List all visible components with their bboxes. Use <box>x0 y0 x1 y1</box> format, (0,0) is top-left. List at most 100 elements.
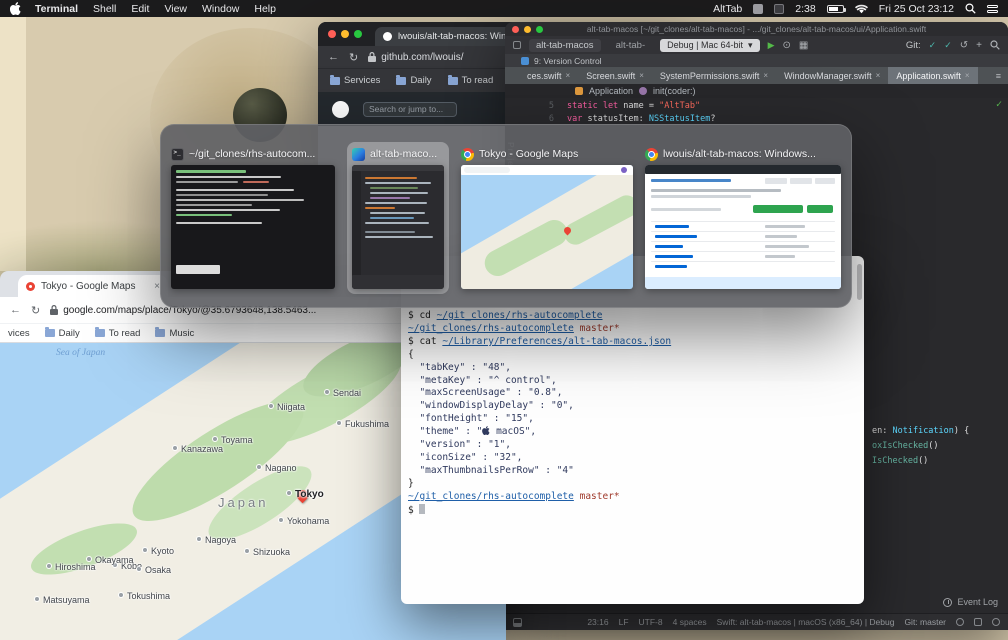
window-thumbnail-ide[interactable] <box>352 165 444 289</box>
menu-edit[interactable]: Edit <box>131 3 149 15</box>
close-tab-icon[interactable]: × <box>965 71 970 80</box>
menu-shell[interactable]: Shell <box>93 3 116 15</box>
bookmark-daily[interactable]: Daily <box>396 74 432 86</box>
settings-icon[interactable]: ▦ <box>799 40 808 51</box>
breadcrumb-method[interactable]: init(coder:) <box>653 86 696 96</box>
alttab-overlay: ~/git_clones/rhs-autocom... alt-tab-maco… <box>160 124 852 308</box>
i <box>765 178 787 184</box>
close-tab-icon[interactable]: × <box>763 71 768 80</box>
i <box>370 197 410 199</box>
minimize-window-button[interactable] <box>341 30 349 38</box>
i <box>790 178 812 184</box>
menubar-clock[interactable]: Fri 25 Oct 23:12 <box>879 3 954 15</box>
lock-indicator-icon[interactable] <box>974 618 982 626</box>
back-icon[interactable]: ← <box>328 51 339 63</box>
tk-json: "maxScreenUsage" : "0.8", <box>408 387 563 399</box>
bookmark-to-read[interactable]: To read <box>94 327 140 339</box>
tk-plain: en: <box>872 426 893 436</box>
battery-icon[interactable] <box>826 4 846 13</box>
file-tab-ces-swift[interactable]: ces.swift × <box>519 67 578 84</box>
event-log-button[interactable]: Event Log <box>943 597 998 607</box>
notifications-icon[interactable] <box>956 618 964 626</box>
reload-icon[interactable]: ↻ <box>349 51 358 64</box>
menu-view[interactable]: View <box>164 3 187 15</box>
git-branch[interactable]: Git: master <box>904 617 946 627</box>
minimize-window-button[interactable] <box>524 25 531 33</box>
control-center-icon[interactable] <box>987 4 998 13</box>
address-bar[interactable]: github.com/lwouis/ <box>368 52 463 63</box>
search-icon[interactable] <box>990 40 1000 50</box>
file-tab-windowmanager-swift[interactable]: WindowManager.swift × <box>776 67 888 84</box>
i <box>365 231 415 233</box>
breadcrumb-class[interactable]: Application <box>589 86 633 96</box>
alttab-item-ide[interactable]: alt-tab-maco... <box>347 142 449 294</box>
add-icon[interactable]: + <box>976 40 982 51</box>
terminal-window[interactable]: $ cd ~/git_clones/rhs-autocomplete ~/git_… <box>401 256 864 604</box>
menu-extra-icon[interactable] <box>753 3 764 14</box>
bookmark-services[interactable]: Services <box>330 74 380 86</box>
close-window-button[interactable] <box>512 25 519 33</box>
line-number: 5 <box>548 101 554 111</box>
version-control-icon <box>521 56 529 65</box>
browser-tab[interactable]: Tokyo - Google Maps × <box>18 275 168 297</box>
close-tab-icon[interactable]: × <box>639 71 644 80</box>
file-tab-application-swift[interactable]: Application.swift × <box>888 67 978 84</box>
tab-list-menu-icon[interactable]: ≡ <box>989 67 1008 84</box>
caret-position[interactable]: 23:16 <box>587 617 608 627</box>
run-context[interactable]: Swift: alt-tab-macos | macOS (x86_64) | … <box>717 617 895 627</box>
menu-terminal[interactable]: Terminal <box>35 3 78 15</box>
zoom-window-button[interactable] <box>354 30 362 38</box>
secondary-project-tab[interactable]: alt-tab- <box>609 39 653 52</box>
line-separator[interactable]: LF <box>619 617 629 627</box>
window-thumbnail-github[interactable] <box>645 165 841 289</box>
alttab-item-maps[interactable]: Tokyo - Google Maps <box>461 147 633 289</box>
back-icon[interactable]: ← <box>10 304 21 316</box>
alttab-item-github[interactable]: lwouis/alt-tab-macos: Windows... <box>645 147 841 289</box>
run-button[interactable]: ▶ <box>768 40 775 51</box>
file-encoding[interactable]: UTF-8 <box>639 617 663 627</box>
window-thumbnail-maps[interactable] <box>461 165 633 289</box>
menu-help[interactable]: Help <box>254 3 276 15</box>
breadcrumb: Application init(coder:) <box>505 84 1008 98</box>
project-tab[interactable]: alt-tab-macos <box>529 38 601 52</box>
window-thumbnail-terminal[interactable] <box>171 165 335 289</box>
i <box>370 192 428 194</box>
bookmark-music[interactable]: Music <box>155 327 194 339</box>
i <box>365 177 417 179</box>
history-icon[interactable]: ↺ <box>960 40 968 51</box>
bookmark-to-read[interactable]: To read <box>447 74 493 86</box>
alttab-menu-item[interactable]: AltTab <box>713 3 742 15</box>
progress-icon[interactable] <box>992 618 1000 626</box>
alttab-item-terminal[interactable]: ~/git_clones/rhs-autocom... <box>171 147 335 289</box>
close-window-button[interactable] <box>328 30 336 38</box>
spotlight-search-icon[interactable] <box>965 3 976 14</box>
reload-icon[interactable]: ↻ <box>31 304 40 317</box>
bookmark-vices[interactable]: vices <box>8 328 30 339</box>
tk-json: "tabKey" : "48", <box>408 361 511 373</box>
apple-menu[interactable] <box>10 2 21 15</box>
github-logo-icon[interactable] <box>332 100 349 118</box>
close-tab-icon[interactable]: × <box>566 71 571 80</box>
scrollbar-thumb[interactable] <box>857 264 862 300</box>
github-search-input[interactable]: Search or jump to... <box>363 101 457 117</box>
file-tab-systempermissions-swift[interactable]: SystemPermissions.swift × <box>652 67 776 84</box>
toolwindow-toggle-icon[interactable] <box>513 617 522 627</box>
wifi-icon[interactable] <box>854 4 868 14</box>
i <box>365 222 429 224</box>
version-control-toolwindow-button[interactable]: 9: Version Control <box>505 54 1008 67</box>
run-configuration-select[interactable]: Debug | Mac 64-bit ▾ <box>660 38 760 52</box>
file-tab-label: Application.swift <box>896 70 961 81</box>
vcs-update-icon[interactable]: ✓ <box>929 40 937 51</box>
i <box>655 225 689 228</box>
bookmark-daily[interactable]: Daily <box>44 327 80 339</box>
zoom-window-button[interactable] <box>536 25 543 33</box>
menu-window[interactable]: Window <box>202 3 239 15</box>
close-tab-icon[interactable]: × <box>876 71 881 80</box>
tk-json: macOS", <box>490 426 537 438</box>
tk-kw: var <box>567 114 588 124</box>
indent-style[interactable]: 4 spaces <box>673 617 707 627</box>
file-tab-screen-swift[interactable]: Screen.swift × <box>578 67 652 84</box>
vcs-commit-icon[interactable]: ✓ <box>944 40 952 51</box>
debug-button[interactable]: ⊙ <box>782 40 790 51</box>
menu-extra-icon[interactable] <box>774 3 785 14</box>
